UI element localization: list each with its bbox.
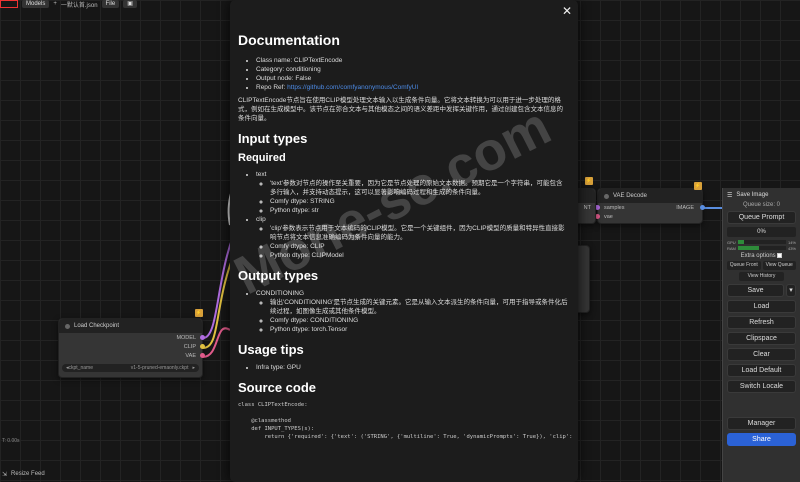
ckpt-name-widget[interactable]: ◂ ckpt_name v1-5-pruned-emaonly.ckpt ▸	[62, 364, 199, 372]
node-badge-icon: ⚡	[195, 309, 203, 317]
output-item: CONDITIONING 输出'CONDITIONING'是节点生成的关键元素。…	[256, 289, 568, 334]
output-types-heading: Output types	[238, 268, 319, 283]
model-output-port[interactable]	[200, 335, 205, 340]
drag-handle-icon[interactable]: ☰	[727, 192, 732, 199]
menu-header: ☰ Save Image	[723, 188, 800, 202]
input-types-heading: Input types	[238, 131, 308, 146]
vae-decode-node[interactable]: VAE Decode samples IMAGE vae	[595, 188, 705, 224]
save-image-node-title: Save Image	[736, 192, 769, 198]
side-menu: ☰ Save Image Queue size: 0 Queue Prompt …	[722, 188, 800, 482]
bottom-bar: ⇲ Resize Feed	[0, 466, 230, 482]
fps-readout: T: 0.00s	[2, 438, 20, 444]
save-dropdown-icon[interactable]: ▾	[786, 284, 796, 298]
load-default-button[interactable]: Load Default	[727, 364, 796, 378]
documentation-body: Documentation Class name: CLIPTextEncode…	[238, 30, 573, 441]
save-icon[interactable]: ▣	[123, 0, 137, 8]
gpu-label: GPU	[727, 239, 736, 245]
load-button[interactable]: Load	[727, 300, 796, 314]
workflow-name[interactable]: 一默认首.json	[61, 0, 98, 9]
documentation-modal: ✕ Documentation Class name: CLIPTextEnco…	[230, 0, 578, 482]
clear-button[interactable]: Clear	[727, 348, 796, 362]
model-output-label: MODEL	[176, 334, 196, 341]
partial-output-label: NT	[583, 204, 591, 211]
meta-repo-ref: Repo Ref: https://github.com/comfyanonym…	[256, 83, 568, 92]
required-heading: Required	[238, 152, 286, 164]
extra-options-row[interactable]: Extra options	[723, 253, 800, 259]
top-toolbar: Models + 一默认首.json File ▣	[0, 0, 240, 9]
image-output-port[interactable]	[700, 205, 705, 210]
view-history-button[interactable]: View History	[739, 272, 784, 282]
inputs-list: text 'text'参数对节点的操作至关重要，因为它是节点处理的原始文本数据。…	[238, 170, 568, 260]
add-icon[interactable]: +	[53, 1, 57, 7]
queue-size: Queue size: 0	[742, 202, 781, 208]
queue-prompt-button[interactable]: Queue Prompt	[727, 211, 796, 224]
node-title: Load Checkpoint	[59, 319, 202, 333]
node-title: VAE Decode	[598, 189, 702, 203]
gpu-value: 14%	[787, 239, 796, 245]
image-output-label: IMAGE	[676, 204, 694, 211]
usage-tips-list: Infra type: GPU	[238, 363, 568, 372]
documentation-heading: Documentation	[238, 32, 340, 48]
ram-value: 43%	[787, 245, 796, 251]
repo-ref-link[interactable]: https://github.com/comfyanonymous/ComfyU…	[287, 84, 418, 91]
save-button[interactable]: Save	[727, 284, 784, 298]
comfy-logo-icon[interactable]	[0, 0, 18, 8]
usage-tips-heading: Usage tips	[238, 342, 304, 357]
file-menu-button[interactable]: File	[101, 0, 120, 8]
vae-output-port[interactable]	[200, 353, 205, 358]
models-menu-button[interactable]: Models	[22, 0, 50, 8]
switch-locale-button[interactable]: Switch Locale	[727, 380, 796, 394]
node-badge-icon: ⚡	[585, 177, 593, 185]
meta-output-node: Output node: False	[256, 74, 568, 83]
clip-output-label: CLIP	[183, 343, 196, 350]
vae-link	[202, 327, 231, 358]
collapse-dot-icon[interactable]	[604, 193, 609, 199]
resource-monitor: GPU 14% RAM 43%	[727, 239, 796, 251]
gpu-fill	[737, 240, 745, 244]
source-code-block: class CLIPTextEncode: @classmethod def I…	[238, 402, 573, 440]
vae-output-label: VAE	[185, 352, 196, 359]
manager-button[interactable]: Manager	[727, 417, 796, 431]
collapse-dot-icon[interactable]	[65, 323, 70, 329]
meta-list: Class name: CLIPTextEncode Category: con…	[238, 56, 568, 92]
clip-output-port[interactable]	[200, 344, 205, 349]
meta-class-name: Class name: CLIPTextEncode	[256, 56, 568, 65]
resize-feed-button[interactable]: Resize Feed	[11, 471, 45, 477]
input-item: clip 'clip'参数表示节点用于文本编码的CLIP模型。它是一个关键组件，…	[256, 215, 568, 260]
view-queue-button[interactable]: View Queue	[762, 261, 796, 271]
clipspace-button[interactable]: Clipspace	[727, 332, 796, 346]
ram-fill	[737, 246, 759, 250]
extra-options-checkbox[interactable]	[777, 253, 783, 258]
outputs-list: CONDITIONING 输出'CONDITIONING'是节点生成的关键元素。…	[238, 289, 568, 334]
meta-category: Category: conditioning	[256, 65, 568, 74]
ram-label: RAM	[727, 245, 736, 251]
intro-paragraph: CLIPTextEncode节点旨在使用CLIP模型处理文本输入以生成条件向量。…	[238, 97, 563, 122]
ckpt-arrow-right-icon[interactable]: ▸	[192, 365, 195, 371]
resize-icon[interactable]: ⇲	[2, 471, 7, 478]
vae-input-label: vae	[604, 213, 613, 220]
close-icon[interactable]: ✕	[562, 4, 572, 18]
source-code-heading: Source code	[238, 380, 317, 395]
input-item: text 'text'参数对节点的操作至关重要，因为它是节点处理的原始文本数据。…	[256, 170, 568, 215]
usage-tip: Infra type: GPU	[256, 363, 568, 372]
queue-front-button[interactable]: Queue Front	[727, 261, 761, 271]
samples-input-label: samples	[604, 204, 625, 211]
node-badge-icon: ⚡	[694, 182, 702, 190]
refresh-button[interactable]: Refresh	[727, 316, 796, 330]
progress-bar: 0%	[727, 227, 796, 237]
share-button[interactable]: Share	[727, 433, 796, 447]
